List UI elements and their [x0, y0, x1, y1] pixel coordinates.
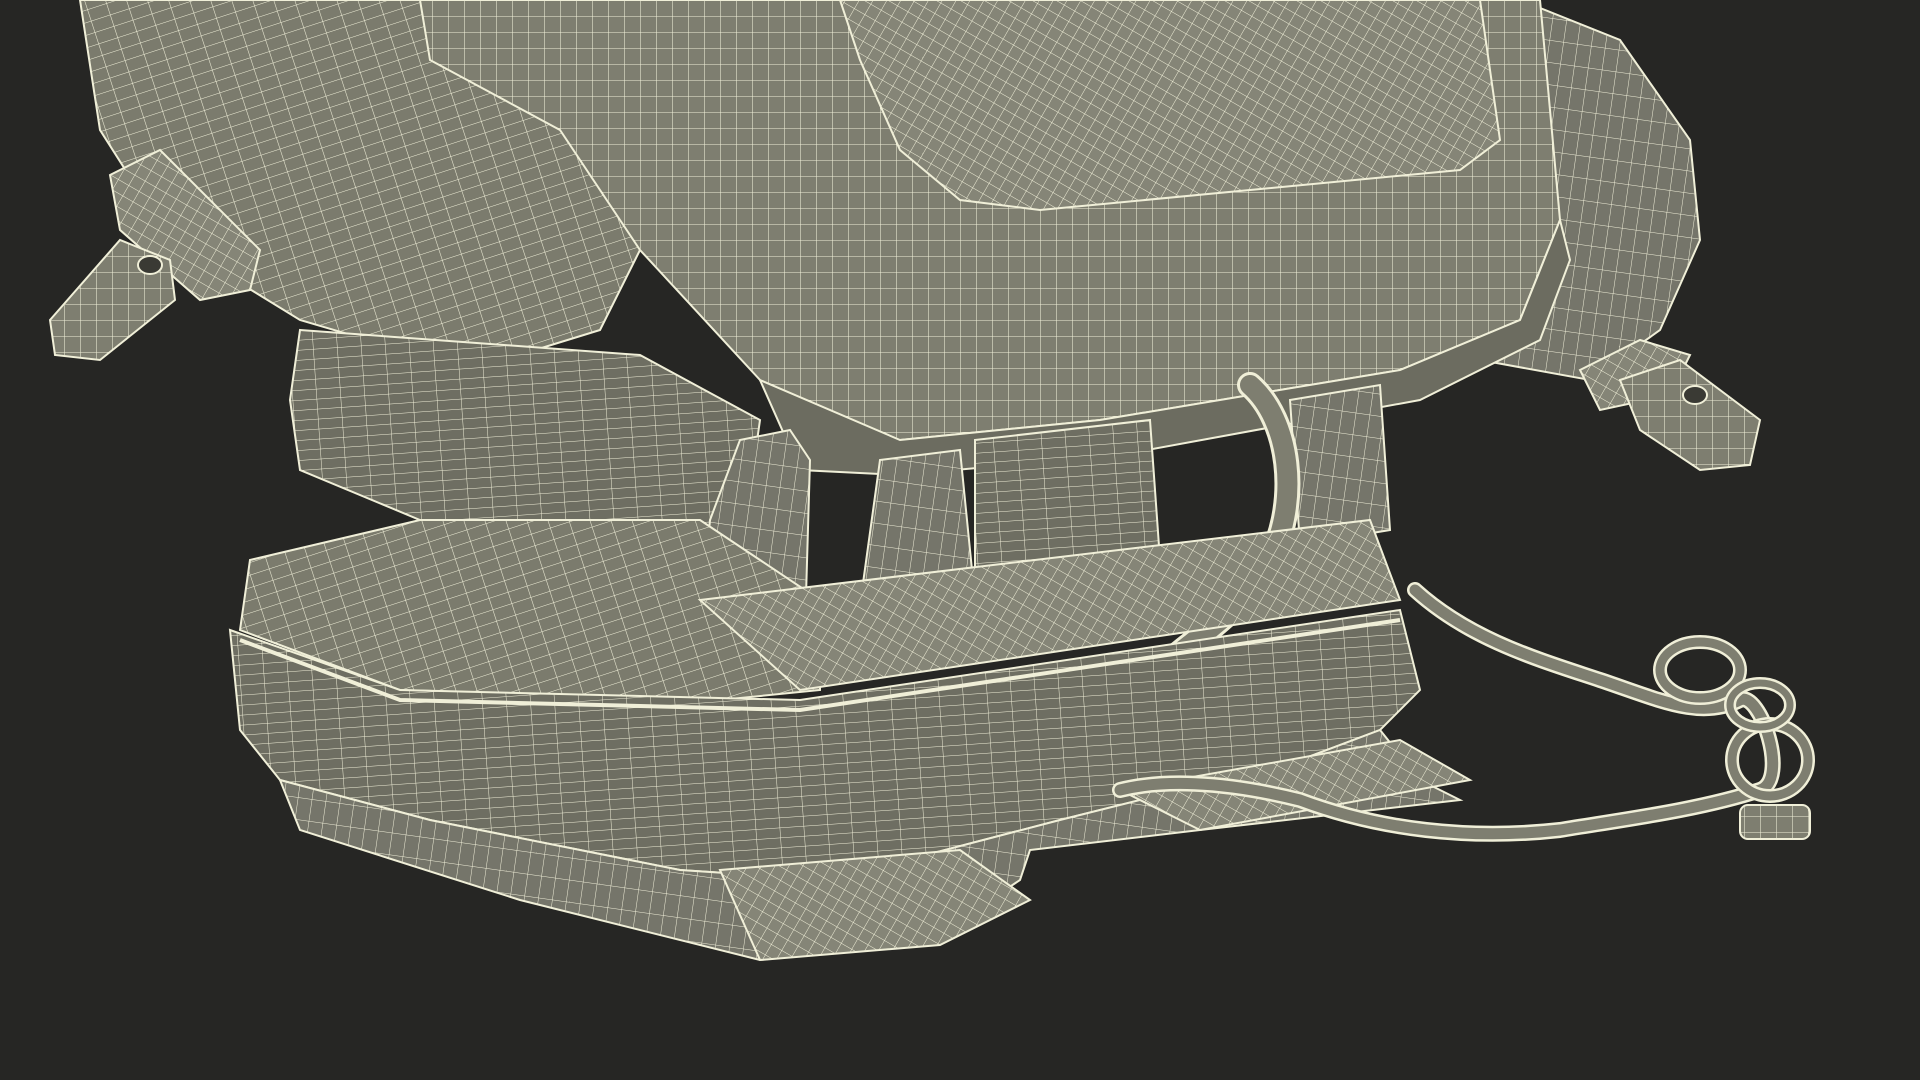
wireframe-render: [0, 0, 1920, 1080]
render-viewport: [0, 0, 1920, 1080]
right-support-post: [1288, 383, 1392, 547]
